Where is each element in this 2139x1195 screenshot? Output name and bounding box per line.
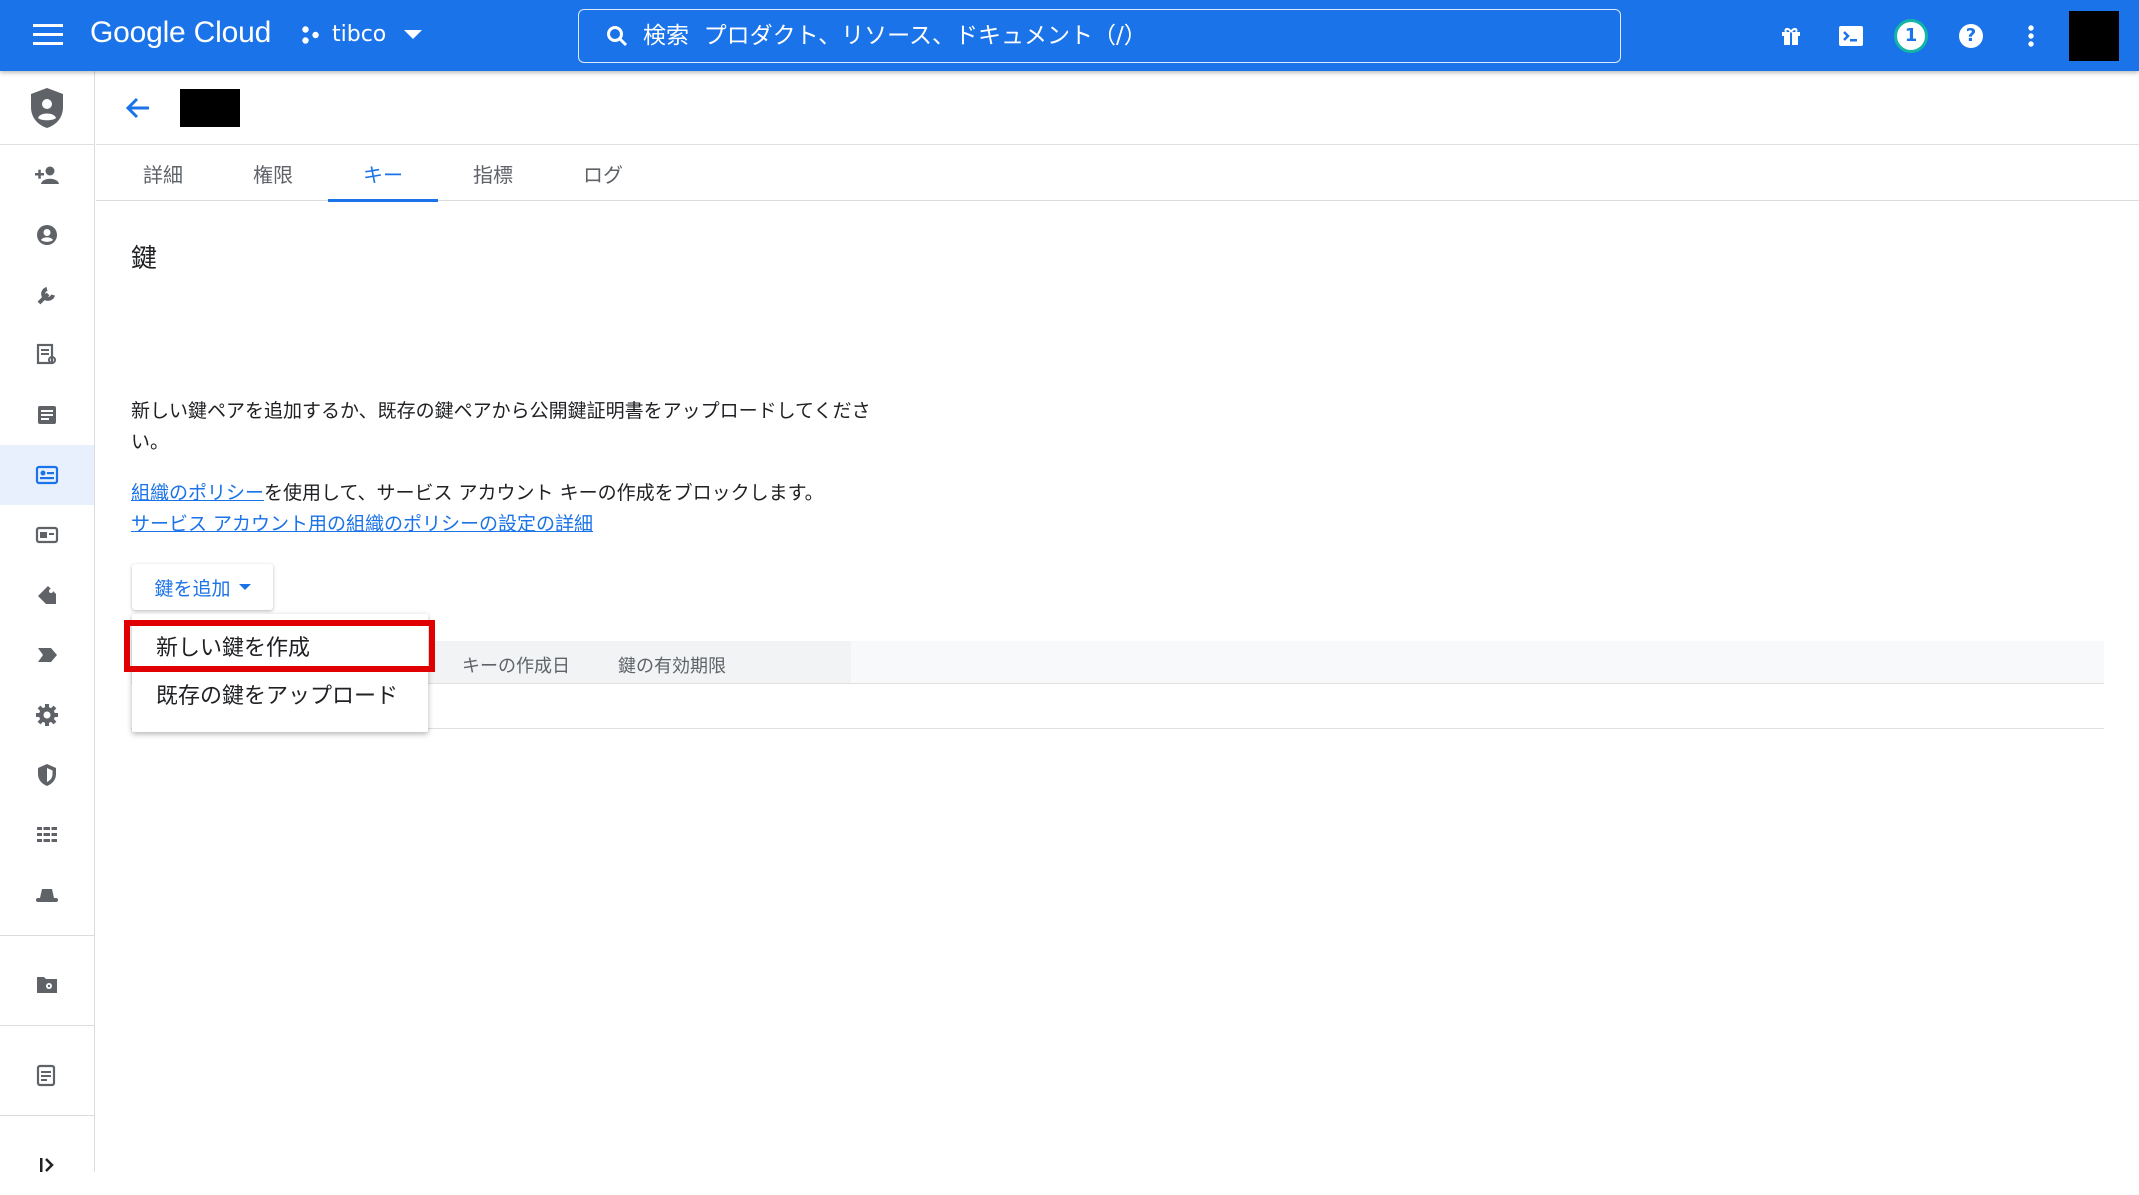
add-key-dropdown-menu: 新しい鍵を作成 既存の鍵をアップロード — [132, 614, 428, 732]
project-selector[interactable]: tibco — [300, 22, 423, 47]
more-vert-icon[interactable] — [2001, 6, 2061, 66]
rail-table-rows-icon[interactable] — [0, 805, 94, 865]
search-icon — [607, 26, 628, 47]
add-key-button[interactable]: 鍵を追加 — [132, 564, 273, 610]
rail-document-search-icon[interactable] — [0, 325, 94, 385]
menu-item-upload-existing-key[interactable]: 既存の鍵をアップロード — [132, 670, 428, 718]
column-header-created: キーの作成日 — [462, 656, 570, 677]
rail-label-arrow-icon[interactable] — [0, 625, 94, 685]
rail-release-notes-icon[interactable] — [0, 1045, 94, 1105]
rail-service-accounts-icon[interactable] — [0, 445, 94, 505]
tab-keys[interactable]: キー — [328, 145, 438, 202]
back-arrow-icon[interactable] — [122, 92, 154, 124]
rail-security-shield-icon[interactable] — [0, 745, 94, 805]
org-policy-link[interactable]: 組織のポリシー — [131, 482, 264, 504]
account-avatar[interactable] — [2069, 10, 2119, 61]
rail-workload-identity-hat-icon[interactable] — [0, 865, 94, 925]
rail-wrench-icon[interactable] — [0, 265, 94, 325]
rail-divider — [0, 935, 94, 955]
menu-item-create-new-key[interactable]: 新しい鍵を作成 — [132, 622, 428, 670]
chevron-down-icon — [404, 30, 423, 39]
rail-add-person-icon[interactable] — [0, 145, 94, 205]
rail-divider — [0, 1025, 94, 1045]
top-app-bar: Google Cloud tibco 1 ? — [0, 0, 2139, 71]
notifications-badge[interactable]: 1 — [1881, 6, 1941, 66]
keys-table-header-extension — [851, 641, 2104, 684]
hamburger-menu-icon[interactable] — [33, 24, 63, 48]
rail-divider — [0, 1115, 94, 1135]
tab-metrics[interactable]: 指標 — [438, 145, 548, 201]
project-hub-icon — [302, 25, 319, 44]
rail-article-icon[interactable] — [0, 385, 94, 445]
tab-logs[interactable]: ログ — [548, 145, 658, 201]
policy-text: を使用して、サービス アカウント キーの作成をブロックします。 — [264, 482, 824, 504]
dropdown-arrow-icon — [238, 584, 251, 590]
gift-icon[interactable] — [1761, 6, 1821, 66]
section-title: 鍵 — [131, 244, 158, 274]
google-cloud-logo[interactable]: Google Cloud — [90, 16, 271, 50]
help-icon[interactable]: ? — [1941, 6, 2001, 66]
keys-description: 新しい鍵ペアを追加するか、既存の鍵ペアから公開鍵証明書をアップロードしてください… — [131, 400, 871, 453]
tab-permissions[interactable]: 権限 — [218, 145, 328, 201]
tab-bar: 詳細 権限 キー 指標 ログ — [96, 145, 2139, 202]
rail-settings-gear-icon[interactable] — [0, 685, 94, 745]
rail-expand-collapse-icon[interactable] — [0, 1135, 94, 1195]
tab-details[interactable]: 詳細 — [108, 145, 218, 201]
add-key-label: 鍵を追加 — [154, 577, 231, 600]
cloud-shell-icon[interactable] — [1821, 6, 1881, 66]
search-bar[interactable] — [578, 9, 1621, 63]
rail-tag-icon[interactable] — [0, 565, 94, 625]
policy-detail-link[interactable]: サービス アカウント用の組織のポリシーの設定の詳細 — [131, 513, 593, 535]
policy-info: 組織のポリシーを使用して、サービス アカウント キーの作成をブロックします。 サ… — [131, 478, 824, 540]
page-header — [96, 71, 2139, 145]
left-navigation-rail — [0, 71, 95, 1172]
iam-shield-logo-icon[interactable] — [0, 71, 94, 145]
rail-id-card-icon[interactable] — [0, 505, 94, 565]
rail-account-circle-icon[interactable] — [0, 205, 94, 265]
rail-folder-settings-icon[interactable] — [0, 955, 94, 1015]
column-header-expiry: 鍵の有効期限 — [618, 656, 726, 677]
redacted-service-account-name — [180, 88, 240, 127]
search-input[interactable] — [643, 23, 1543, 49]
project-name: tibco — [332, 22, 387, 47]
